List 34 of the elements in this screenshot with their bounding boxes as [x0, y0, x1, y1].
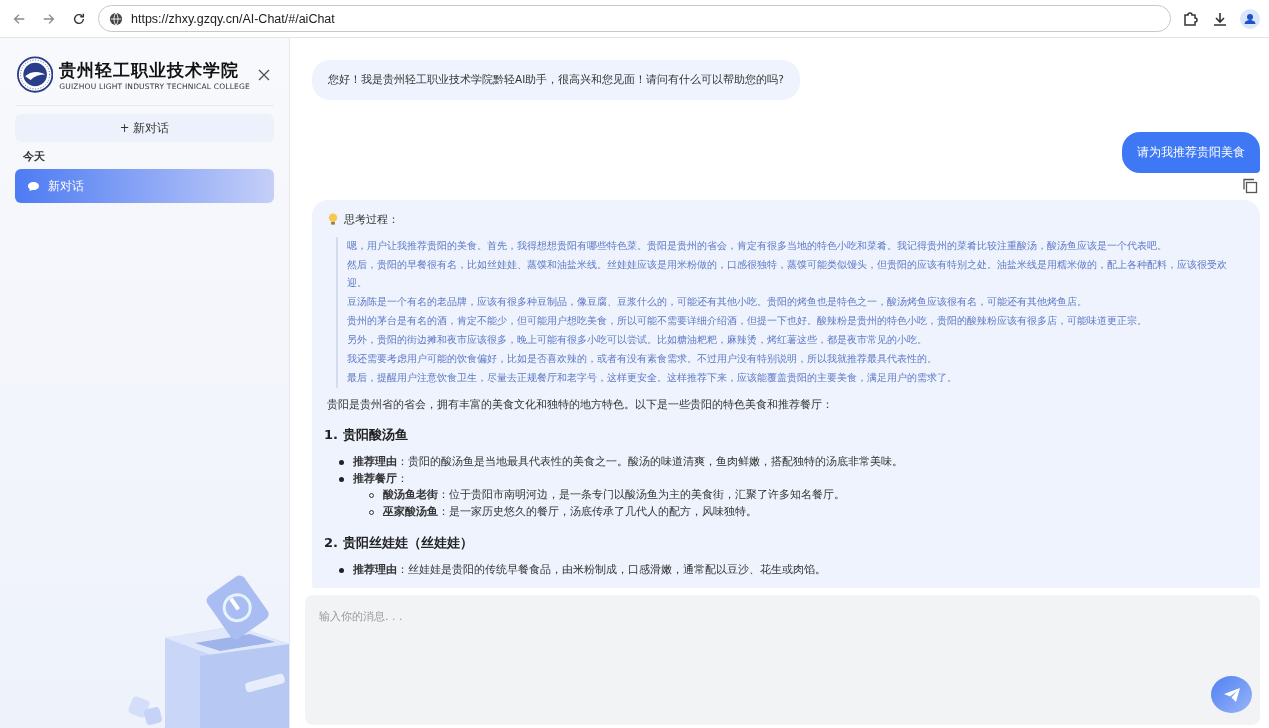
list-item-text: 推荐餐厅：	[353, 471, 408, 485]
answer-intro: 贵阳是贵州省的省会，拥有丰富的美食文化和独特的地方特色。以下是一些贵阳的特色美食和推荐餐厅：	[327, 397, 834, 412]
bullet-icon	[339, 476, 344, 482]
thinking-paragraph: 然后，贵阳的早餐很有名，比如丝娃娃、蒸馍和油盐米线。丝娃娃应该是用米粉做的，口感很独特，蒸馍可能类似馒头，但贵阳的应该有特别之处。油盐米线是用糯米做的，配上各种配料，应该很受欢迎。	[347, 258, 1228, 290]
thinking-paragraph: 贵州的茅台是有名的酒，肯定不能少，但可能用户想吃美食，所以可能不需要详细介绍酒，但提一下也好。酸辣粉是贵州的特色小吃，贵阳的酸辣粉应该有很多店，可能味道更正宗。	[347, 314, 1148, 328]
list-item-text: 巫家酸汤鱼：是一家历史悠久的餐厅，汤底传承了几代人的配方，风味独特。	[383, 504, 757, 518]
chat-bubble-icon	[27, 180, 40, 192]
message-field[interactable]: 输入你的消息. . .	[305, 595, 1260, 725]
new-chat-button[interactable]: + 新对话	[15, 114, 274, 142]
thinking-paragraph: 另外，贵阳的街边摊和夜市应该很多，晚上可能有很多小吃可以尝试。比如糖油粑粑，麻辣烫，烤红薯这些，都是夜市常见的小吃。	[347, 333, 928, 347]
thinking-paragraph: 嗯，用户让我推荐贵阳的美食。首先，我得想想贵阳有哪些特色菜。贵阳是贵州的省会，肯定有很多当地的特色小吃和菜肴。我记得贵州的菜肴比较注重酸汤，酸汤鱼应该是一个代表吧。	[347, 239, 1168, 253]
conversation-title: 新对话	[48, 178, 84, 194]
section-heading: 2. 贵阳丝娃娃（丝娃娃）	[324, 534, 474, 552]
copy-icon[interactable]	[1242, 178, 1258, 194]
thinking-label: 思考过程：	[344, 212, 399, 227]
profile-icon[interactable]	[1239, 7, 1261, 30]
thinking-paragraph: 最后，提醒用户注意饮食卫生，尽量去正规餐厅和老字号，这样更安全。这样推荐下来，应该能覆盖贵阳的主要美食，满足用户的需求了。	[347, 371, 958, 385]
section-label: 今天	[22, 149, 46, 165]
college-emblem-icon	[17, 56, 54, 93]
bullet-icon	[339, 568, 344, 573]
send-icon	[1222, 686, 1241, 703]
bullet-icon	[339, 460, 344, 465]
url-text: https://zhxy.gzqy.cn/AI-Chat/#/aiChat	[131, 11, 335, 26]
college-name: 贵州轻工职业技术学院	[59, 59, 241, 82]
thinking-paragraph: 我还需要考虑用户可能的饮食偏好，比如是否喜欢辣的，或者有没有素食需求。不过用户没有特别说明，所以我就推荐最具代表性的。	[347, 352, 938, 366]
assistant-message: 您好！我是贵州轻工职业技术学院黔轻AI助手，很高兴和您见面！请问有什么可以帮助您的吗?	[312, 60, 800, 100]
light-bulb-icon	[327, 213, 339, 226]
globe-icon	[109, 11, 123, 26]
thinking-paragraph: 豆汤陈是一个有名的老品牌，应该有很多种豆制品，像豆腐、豆浆什么的，可能还有其他小吃。贵阳的烤鱼也是特色之一，酸汤烤鱼应该很有名，可能还有其他烤鱼店。	[347, 295, 1088, 309]
section-heading: 1. 贵阳酸汤鱼	[324, 426, 409, 444]
list-item-text: 酸汤鱼老街：位于贵阳市南明河边，是一条专门以酸汤鱼为主的美食街，汇聚了许多知名餐厅。	[383, 488, 845, 501]
list-item-text: 推荐理由：贵阳的酸汤鱼是当地最具代表性的美食之一。酸汤的味道清爽，鱼肉鲜嫩，搭配独特的汤底非常美味。	[353, 455, 903, 468]
user-message: 请为我推荐贵阳美食	[1122, 132, 1260, 173]
list-item-text: 推荐理由：丝娃娃是贵阳的传统早餐食品，由米粉制成，口感滑嫩，通常配以豆沙、花生或肉馅。	[353, 563, 826, 576]
